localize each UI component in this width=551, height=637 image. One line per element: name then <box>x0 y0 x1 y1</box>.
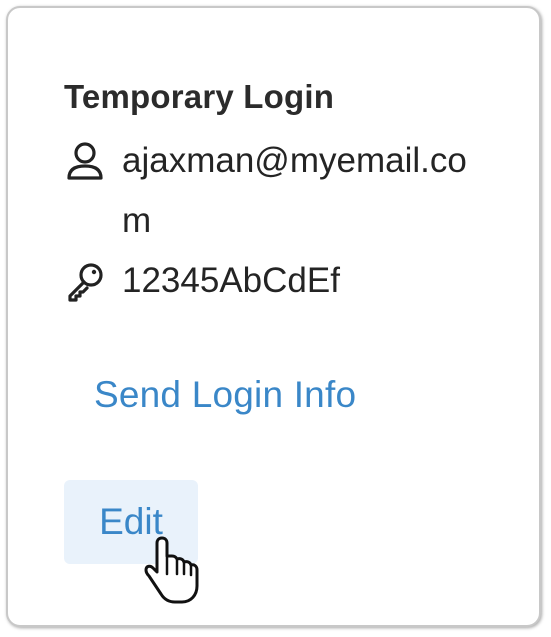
password-row: 12345AbCdEf <box>62 258 482 311</box>
user-icon <box>62 138 108 184</box>
edit-button[interactable]: Edit <box>64 480 198 564</box>
section-title: Temporary Login <box>64 78 335 115</box>
login-email: ajaxman@myemail.com <box>122 141 467 240</box>
key-icon <box>62 258 108 304</box>
email-row: ajaxman@myemail.com <box>62 138 482 251</box>
login-password: 12345AbCdEf <box>122 261 340 300</box>
send-login-info-link[interactable]: Send Login Info <box>94 374 356 416</box>
